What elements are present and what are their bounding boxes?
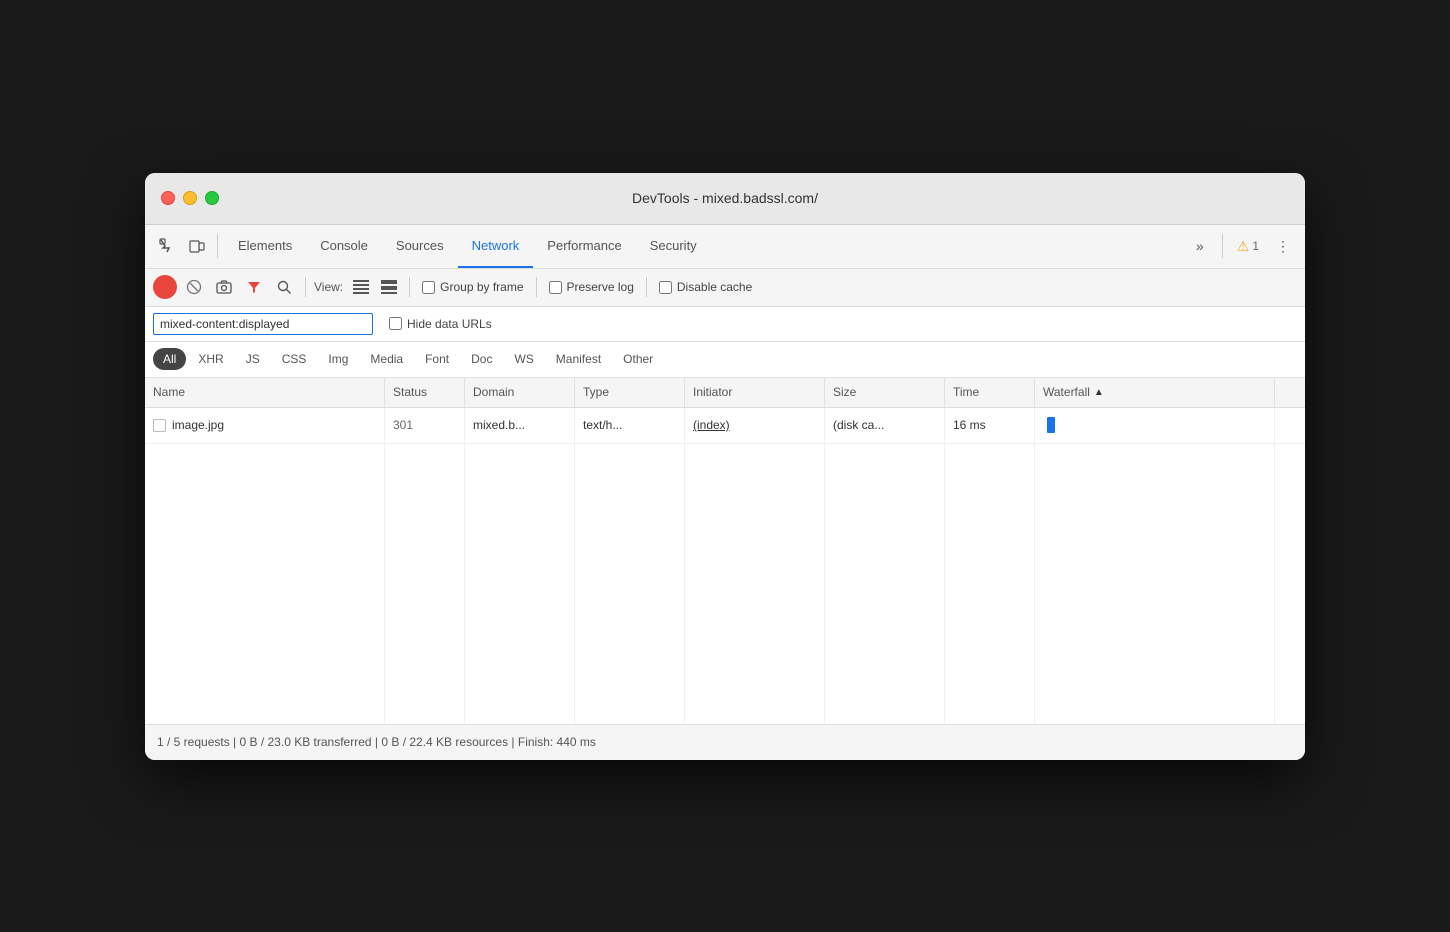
- toolbar-divider-2: [1222, 234, 1223, 258]
- td-size: (disk ca...: [825, 408, 945, 443]
- td-type: text/h...: [575, 408, 685, 443]
- filter-tab-css[interactable]: CSS: [272, 348, 317, 370]
- td-name: image.jpg: [145, 408, 385, 443]
- toolbar-right: » ⚠ 1 ⋮: [1186, 232, 1297, 260]
- filter-tab-manifest[interactable]: Manifest: [546, 348, 611, 370]
- th-name[interactable]: Name: [145, 378, 385, 407]
- row-checkbox[interactable]: [153, 419, 166, 432]
- devtools-window: DevTools - mixed.badssl.com/ Elements Co…: [145, 173, 1305, 760]
- th-type[interactable]: Type: [575, 378, 685, 407]
- td-waterfall: [1035, 408, 1275, 443]
- filter-tab-other[interactable]: Other: [613, 348, 663, 370]
- more-tabs-button[interactable]: »: [1186, 232, 1214, 260]
- disable-cache-label[interactable]: Disable cache: [659, 280, 752, 294]
- hide-data-urls-text: Hide data URLs: [407, 317, 492, 331]
- view-large-button[interactable]: [377, 277, 401, 297]
- net-divider-2: [409, 277, 410, 297]
- view-list-button[interactable]: [349, 277, 373, 297]
- net-divider-4: [646, 277, 647, 297]
- network-table: Name Status Domain Type Initiator Size T…: [145, 378, 1305, 724]
- th-size[interactable]: Size: [825, 378, 945, 407]
- preserve-log-label[interactable]: Preserve log: [549, 280, 634, 294]
- filter-tab-doc[interactable]: Doc: [461, 348, 502, 370]
- more-options-button[interactable]: ⋮: [1269, 232, 1297, 260]
- filter-tab-js[interactable]: JS: [236, 348, 270, 370]
- status-bar: 1 / 5 requests | 0 B / 23.0 KB transferr…: [145, 724, 1305, 760]
- search-button[interactable]: [271, 274, 297, 300]
- filter-tab-all[interactable]: All: [153, 348, 186, 370]
- th-waterfall[interactable]: Waterfall ▲: [1035, 378, 1275, 407]
- camera-button[interactable]: [211, 274, 237, 300]
- disable-cache-checkbox[interactable]: [659, 281, 672, 294]
- group-by-frame-text: Group by frame: [440, 280, 523, 294]
- filter-tab-xhr[interactable]: XHR: [188, 348, 233, 370]
- traffic-lights: [161, 191, 219, 205]
- toolbar-divider: [217, 234, 218, 258]
- row-filename: image.jpg: [172, 418, 224, 432]
- warning-badge: ⚠ 1: [1231, 238, 1265, 255]
- net-divider-1: [305, 277, 306, 297]
- warning-count: 1: [1252, 239, 1259, 253]
- filter-button[interactable]: [241, 274, 267, 300]
- warning-icon: ⚠: [1237, 238, 1250, 255]
- filter-tab-font[interactable]: Font: [415, 348, 459, 370]
- device-toolbar-icon[interactable]: [183, 232, 211, 260]
- disable-cache-text: Disable cache: [677, 280, 752, 294]
- th-spacer: [1275, 378, 1305, 407]
- close-button[interactable]: [161, 191, 175, 205]
- td-domain: mixed.b...: [465, 408, 575, 443]
- filter-tabs: All XHR JS CSS Img Media Font Doc WS Man…: [145, 342, 1305, 378]
- th-status[interactable]: Status: [385, 378, 465, 407]
- clear-button[interactable]: [181, 274, 207, 300]
- td-end: [1275, 408, 1305, 443]
- td-status: 301: [385, 408, 465, 443]
- sort-arrow-icon: ▲: [1094, 387, 1104, 398]
- tab-elements[interactable]: Elements: [224, 224, 306, 268]
- th-initiator[interactable]: Initiator: [685, 378, 825, 407]
- record-button[interactable]: [153, 275, 177, 299]
- td-initiator: (index): [685, 408, 825, 443]
- filter-tab-ws[interactable]: WS: [504, 348, 543, 370]
- main-toolbar: Elements Console Sources Network Perform…: [145, 225, 1305, 269]
- preserve-log-checkbox[interactable]: [549, 281, 562, 294]
- tab-network[interactable]: Network: [458, 224, 534, 268]
- view-label: View:: [314, 280, 343, 294]
- hide-data-urls-label[interactable]: Hide data URLs: [389, 317, 492, 331]
- group-by-frame-checkbox[interactable]: [422, 281, 435, 294]
- tab-list: Elements Console Sources Network Perform…: [224, 224, 711, 268]
- filter-tab-media[interactable]: Media: [360, 348, 413, 370]
- search-input[interactable]: [153, 313, 373, 335]
- filter-tab-img[interactable]: Img: [318, 348, 358, 370]
- tab-console[interactable]: Console: [306, 224, 382, 268]
- preserve-log-text: Preserve log: [567, 280, 634, 294]
- td-time: 16 ms: [945, 408, 1035, 443]
- status-text: 1 / 5 requests | 0 B / 23.0 KB transferr…: [157, 735, 596, 749]
- search-bar: Hide data URLs: [145, 307, 1305, 342]
- inspector-icon[interactable]: [153, 232, 181, 260]
- net-divider-3: [536, 277, 537, 297]
- table-empty-area: [145, 444, 1305, 724]
- th-time[interactable]: Time: [945, 378, 1035, 407]
- minimize-button[interactable]: [183, 191, 197, 205]
- maximize-button[interactable]: [205, 191, 219, 205]
- network-toolbar: View: Group by frame Preserve log: [145, 269, 1305, 307]
- table-header: Name Status Domain Type Initiator Size T…: [145, 378, 1305, 408]
- titlebar: DevTools - mixed.badssl.com/: [145, 173, 1305, 225]
- table-row[interactable]: image.jpg 301 mixed.b... text/h... (inde…: [145, 408, 1305, 444]
- tab-security[interactable]: Security: [636, 224, 711, 268]
- hide-data-urls-checkbox[interactable]: [389, 317, 402, 330]
- tab-performance[interactable]: Performance: [533, 224, 635, 268]
- waterfall-bar: [1047, 417, 1055, 433]
- tab-sources[interactable]: Sources: [382, 224, 458, 268]
- th-domain[interactable]: Domain: [465, 378, 575, 407]
- window-title: DevTools - mixed.badssl.com/: [632, 190, 818, 206]
- group-by-frame-label[interactable]: Group by frame: [422, 280, 523, 294]
